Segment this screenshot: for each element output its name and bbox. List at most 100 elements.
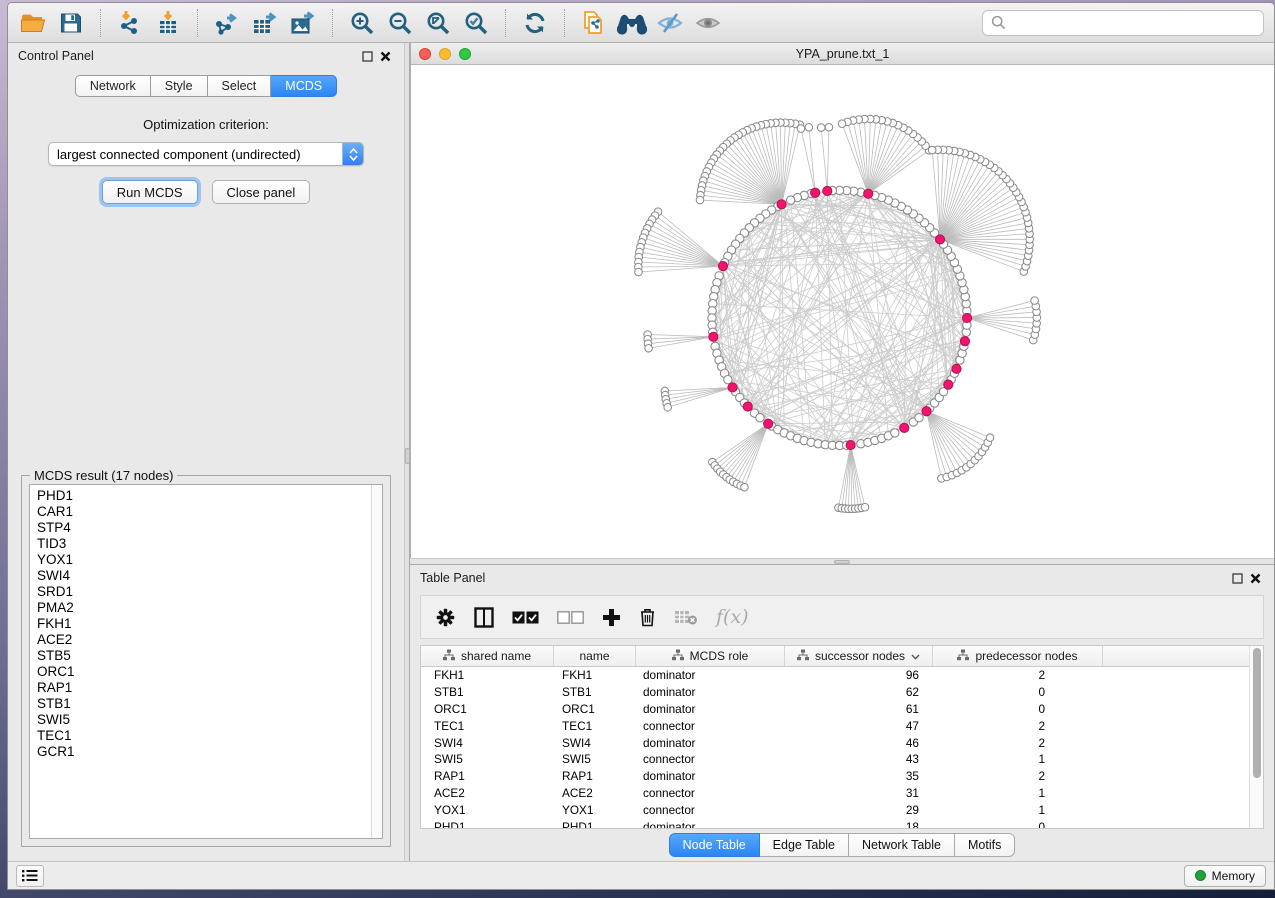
close-panel-button[interactable]: [1246, 569, 1264, 587]
search-input[interactable]: [1012, 15, 1255, 30]
memory-button[interactable]: Memory: [1184, 865, 1266, 887]
mcds-hub-node[interactable]: [743, 402, 752, 411]
add-column-button[interactable]: [602, 608, 621, 627]
zoom-selected-button[interactable]: [459, 8, 493, 38]
mcds-result-item[interactable]: SRD1: [37, 584, 371, 600]
tab-node-table[interactable]: Node Table: [669, 833, 760, 857]
mcds-result-item[interactable]: YOX1: [37, 552, 371, 568]
import-table-button[interactable]: [151, 8, 185, 38]
zoom-fit-button[interactable]: [421, 8, 455, 38]
mcds-result-item[interactable]: PMA2: [37, 600, 371, 616]
export-image-button[interactable]: [286, 8, 320, 38]
mcds-result-item[interactable]: SWI5: [37, 712, 371, 728]
hide-selected-button[interactable]: [653, 8, 687, 38]
zoom-out-button[interactable]: [383, 8, 417, 38]
tab-motifs[interactable]: Motifs: [955, 833, 1015, 857]
column-header-predecessor-nodes[interactable]: predecessor nodes: [933, 646, 1103, 666]
network-node[interactable]: [928, 146, 936, 154]
first-neighbors-button[interactable]: [615, 8, 649, 38]
mcds-hub-node[interactable]: [960, 337, 969, 346]
mcds-hub-node[interactable]: [718, 262, 727, 271]
network-node[interactable]: [891, 429, 899, 437]
tab-network-table[interactable]: Network Table: [849, 833, 955, 857]
mcds-hub-node[interactable]: [935, 235, 944, 244]
mcds-result-item[interactable]: TEC1: [37, 728, 371, 744]
mcds-hub-node[interactable]: [823, 186, 832, 195]
table-row[interactable]: SWI5SWI5connector431: [421, 751, 1249, 768]
mcds-hub-node[interactable]: [922, 407, 931, 416]
open-file-button[interactable]: [16, 8, 50, 38]
select-all-rows-button[interactable]: [512, 611, 539, 624]
mcds-result-item[interactable]: STP4: [37, 520, 371, 536]
delete-table-button[interactable]: [674, 609, 698, 625]
network-node[interactable]: [817, 124, 825, 132]
mcds-result-item[interactable]: ACE2: [37, 632, 371, 648]
network-node[interactable]: [696, 196, 704, 204]
table-row[interactable]: YOX1YOX1connector291: [421, 801, 1249, 818]
status-menu-button[interactable]: [16, 865, 44, 887]
scrollbar-thumb[interactable]: [1253, 648, 1261, 778]
mcds-hub-node[interactable]: [777, 200, 786, 209]
mcds-result-item[interactable]: CAR1: [37, 504, 371, 520]
zoom-in-button[interactable]: [345, 8, 379, 38]
network-node[interactable]: [838, 120, 846, 128]
apply-layout-button[interactable]: [518, 8, 552, 38]
clone-network-button[interactable]: [577, 8, 611, 38]
network-node[interactable]: [805, 124, 813, 132]
criterion-select[interactable]: largest connected component (undirected): [48, 142, 364, 166]
tab-select[interactable]: Select: [208, 75, 272, 97]
table-scrollbar[interactable]: [1249, 646, 1263, 828]
table-row[interactable]: ORC1ORC1dominator610: [421, 701, 1249, 718]
network-node[interactable]: [915, 414, 923, 422]
export-network-button[interactable]: [210, 8, 244, 38]
mcds-hub-node[interactable]: [764, 419, 773, 428]
table-row[interactable]: STB1STB1dominator620: [421, 684, 1249, 701]
tab-edge-table[interactable]: Edge Table: [760, 833, 849, 857]
network-node[interactable]: [986, 434, 994, 442]
network-node[interactable]: [1031, 297, 1039, 305]
mcds-result-item[interactable]: STB1: [37, 696, 371, 712]
show-all-button[interactable]: [691, 8, 725, 38]
mcds-hub-node[interactable]: [900, 423, 909, 432]
mcds-result-item[interactable]: PHD1: [37, 488, 371, 504]
split-view-button[interactable]: [474, 607, 494, 628]
mcds-hub-node[interactable]: [846, 440, 855, 449]
network-canvas[interactable]: [411, 65, 1274, 558]
import-network-button[interactable]: [113, 8, 147, 38]
mcds-hub-node[interactable]: [944, 380, 953, 389]
table-row[interactable]: TEC1TEC1connector472: [421, 717, 1249, 734]
network-node[interactable]: [741, 483, 749, 491]
mcds-result-item[interactable]: STB5: [37, 648, 371, 664]
tab-mcds[interactable]: MCDS: [271, 75, 337, 97]
column-header-shared-name[interactable]: shared name: [421, 646, 554, 666]
mcds-hub-node[interactable]: [864, 189, 873, 198]
table-row[interactable]: SWI4SWI4dominator462: [421, 734, 1249, 751]
mcds-list-scrollbar[interactable]: [371, 485, 382, 838]
mcds-result-item[interactable]: TID3: [37, 536, 371, 552]
mcds-result-item[interactable]: GCR1: [37, 744, 371, 760]
close-panel-button[interactable]: [376, 47, 394, 65]
network-node[interactable]: [645, 344, 653, 352]
tab-style[interactable]: Style: [151, 75, 208, 97]
table-row[interactable]: ACE2ACE2connector311: [421, 785, 1249, 802]
mcds-result-item[interactable]: FKH1: [37, 616, 371, 632]
vertical-splitter[interactable]: [404, 43, 410, 861]
network-node[interactable]: [861, 503, 869, 511]
function-builder-button[interactable]: f(x): [716, 606, 749, 628]
mcds-hub-node[interactable]: [709, 332, 718, 341]
horizontal-splitter[interactable]: [410, 558, 1274, 565]
column-header-successor-nodes[interactable]: successor nodes: [785, 646, 933, 666]
deselect-all-rows-button[interactable]: [557, 611, 584, 624]
column-header-MCDS-role[interactable]: MCDS role: [636, 646, 785, 666]
mcds-hub-node[interactable]: [811, 188, 820, 197]
export-table-button[interactable]: [248, 8, 282, 38]
run-mcds-button[interactable]: Run MCDS: [102, 180, 198, 204]
column-settings-button[interactable]: [435, 607, 456, 628]
mcds-result-item[interactable]: SWI4: [37, 568, 371, 584]
mcds-hub-node[interactable]: [728, 383, 737, 392]
float-panel-button[interactable]: [1228, 569, 1246, 587]
float-panel-button[interactable]: [358, 47, 376, 65]
column-header-name[interactable]: name: [554, 646, 636, 666]
network-node[interactable]: [787, 196, 795, 204]
mcds-hub-node[interactable]: [952, 364, 961, 373]
